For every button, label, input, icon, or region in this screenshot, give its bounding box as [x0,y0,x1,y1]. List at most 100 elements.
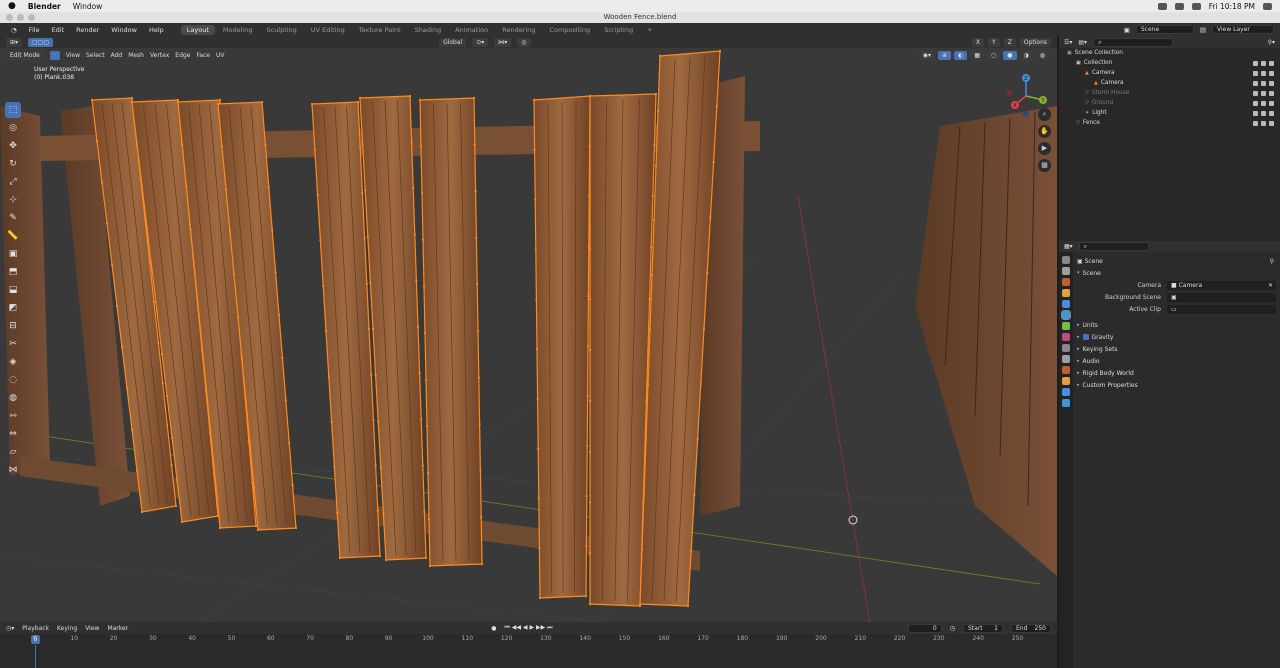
mesh-vertex[interactable] [170,464,173,467]
mesh-vertex[interactable] [333,466,336,469]
mesh-vertex[interactable] [588,501,592,504]
mesh-vertex[interactable] [155,310,159,314]
mesh-vertex[interactable] [423,331,427,335]
mesh-vertex[interactable] [193,271,196,274]
mesh-vertex[interactable] [648,328,652,332]
tool-extrude-icon[interactable]: ⬒ [5,264,21,280]
blender-logo-icon[interactable]: ◔ [6,26,22,34]
mesh-vertex[interactable] [588,602,592,606]
mesh-vertex[interactable] [228,230,232,233]
properties-tab-icon[interactable] [1062,333,1070,341]
mesh-vertex[interactable] [110,263,114,266]
viewport-menu-mesh[interactable]: Mesh [128,52,144,59]
camera-render-icon[interactable] [1269,110,1274,116]
show-gizmo-icon[interactable]: ⊕ [938,50,952,60]
properties-search-input[interactable]: ⌕ [1078,242,1149,251]
properties-tab-icon[interactable] [1061,310,1071,320]
eye-icon[interactable] [1261,90,1266,96]
mesh-vertex[interactable] [176,100,180,104]
mesh-vertex[interactable] [712,160,715,164]
mesh-vertex[interactable] [428,564,432,568]
exclude-checkbox-icon[interactable] [1253,120,1258,126]
properties-tab-icon[interactable] [1062,355,1070,363]
menu-edit[interactable]: Edit [47,26,70,34]
mesh-vertex[interactable] [652,219,656,222]
camera-render-icon[interactable] [1269,80,1274,86]
prev-key-icon[interactable]: ◀◀ [512,624,521,631]
tool-shrink-fatten-icon[interactable]: ⇔ [5,426,21,442]
mesh-vertex[interactable] [473,143,476,146]
mesh-vertex[interactable] [370,373,373,376]
mesh-vertex[interactable] [651,195,654,198]
mesh-vertex[interactable] [480,562,484,566]
viewport-menu-edge[interactable]: Edge [175,52,190,59]
properties-tab-icon[interactable] [1062,366,1070,374]
clock[interactable]: Fri 10:18 PM [1209,2,1255,11]
properties-editor[interactable]: ▦▾ ⌕ ▣ Scene ⚲ ▾ Scene Camera ■ Camera ✕ … [1059,241,1280,668]
snap-button[interactable]: ⋈▾ [494,37,512,47]
properties-tab-icon[interactable] [1062,300,1070,308]
mesh-vertex[interactable] [374,374,377,377]
tool-smooth-icon[interactable]: ◍ [5,390,21,406]
mesh-vertex[interactable] [418,372,421,375]
pin-icon[interactable]: ⚲ [1270,258,1280,265]
menu-window[interactable]: Window [106,26,142,34]
viewport-menu-view[interactable]: View [66,52,80,59]
mesh-vertex[interactable] [421,238,425,241]
mesh-vertex[interactable] [421,464,424,467]
mesh-vertex[interactable] [585,494,588,498]
mesh-vertex[interactable] [197,313,201,317]
mesh-vertex[interactable] [378,554,382,558]
properties-tab-icon[interactable] [1062,344,1070,352]
outliner-item[interactable]: ▽ Ground [1059,98,1280,108]
mesh-vertex[interactable] [218,526,222,530]
mesh-vertex[interactable] [384,558,388,562]
mesh-vertex[interactable] [538,547,541,550]
outliner-item[interactable]: ▣ Collection [1059,58,1280,68]
minimize-window-icon[interactable] [17,14,24,21]
mirror-x-toggle[interactable]: X [971,37,985,47]
mesh-vertex[interactable] [135,469,139,472]
mesh-vertex[interactable] [426,471,430,474]
mesh-vertex[interactable] [140,510,144,514]
exclude-checkbox-icon[interactable] [1253,70,1258,76]
options-dropdown[interactable]: Options [1019,37,1051,47]
subsection-header[interactable]: ▸ Keying Sets [1075,343,1280,355]
tool-transform-icon[interactable]: ⊹ [5,192,21,208]
mesh-vertex[interactable] [416,325,420,329]
zoom-icon[interactable]: ⌕ [1038,108,1051,121]
mesh-vertex[interactable] [161,382,164,385]
scene-panel-header[interactable]: ▾ Scene [1075,267,1280,279]
transform-orientation-dropdown[interactable]: Global [439,37,467,47]
mesh-vertex[interactable] [202,356,205,359]
visibility-toggles[interactable] [1253,80,1274,86]
subsection-header[interactable]: ▸ Units [1075,319,1280,331]
mesh-vertex[interactable] [135,142,139,146]
eye-icon[interactable] [1261,60,1266,66]
tool-edge-slide-icon[interactable]: ⇿ [5,408,21,424]
overlays-icon[interactable]: ◐ [954,50,968,60]
close-window-icon[interactable] [6,14,13,21]
frame-ruler[interactable]: 0 0 10 20 30 40 50 60 70 80 90 100 110 120 130 140 150 1… [0,634,1057,644]
timeline-menu-view[interactable]: View [85,625,99,632]
mesh-vertex[interactable] [706,271,709,275]
menu-render[interactable]: Render [71,26,104,34]
mesh-vertex[interactable] [218,98,222,102]
playhead[interactable] [35,645,36,668]
camera-render-icon[interactable] [1269,90,1274,96]
mesh-vertex[interactable] [130,96,134,100]
tool-bevel-icon[interactable]: ◩ [5,300,21,316]
mesh-vertex[interactable] [359,146,362,149]
properties-tab-icon[interactable] [1062,256,1070,264]
mesh-vertex[interactable] [313,148,316,151]
selected-planks[interactable] [90,49,722,608]
mesh-vertex[interactable] [327,375,330,378]
zoom-window-icon[interactable] [28,14,35,21]
play-reverse-icon[interactable]: ◀ [523,624,528,631]
mesh-vertex[interactable] [715,105,718,108]
mesh-vertex[interactable] [693,493,696,497]
outliner-editor-type-icon[interactable]: ☰▾ [1064,39,1072,46]
mesh-vertex[interactable] [425,425,429,428]
window-menu[interactable]: Window [73,2,103,11]
mesh-vertex[interactable] [415,279,418,282]
